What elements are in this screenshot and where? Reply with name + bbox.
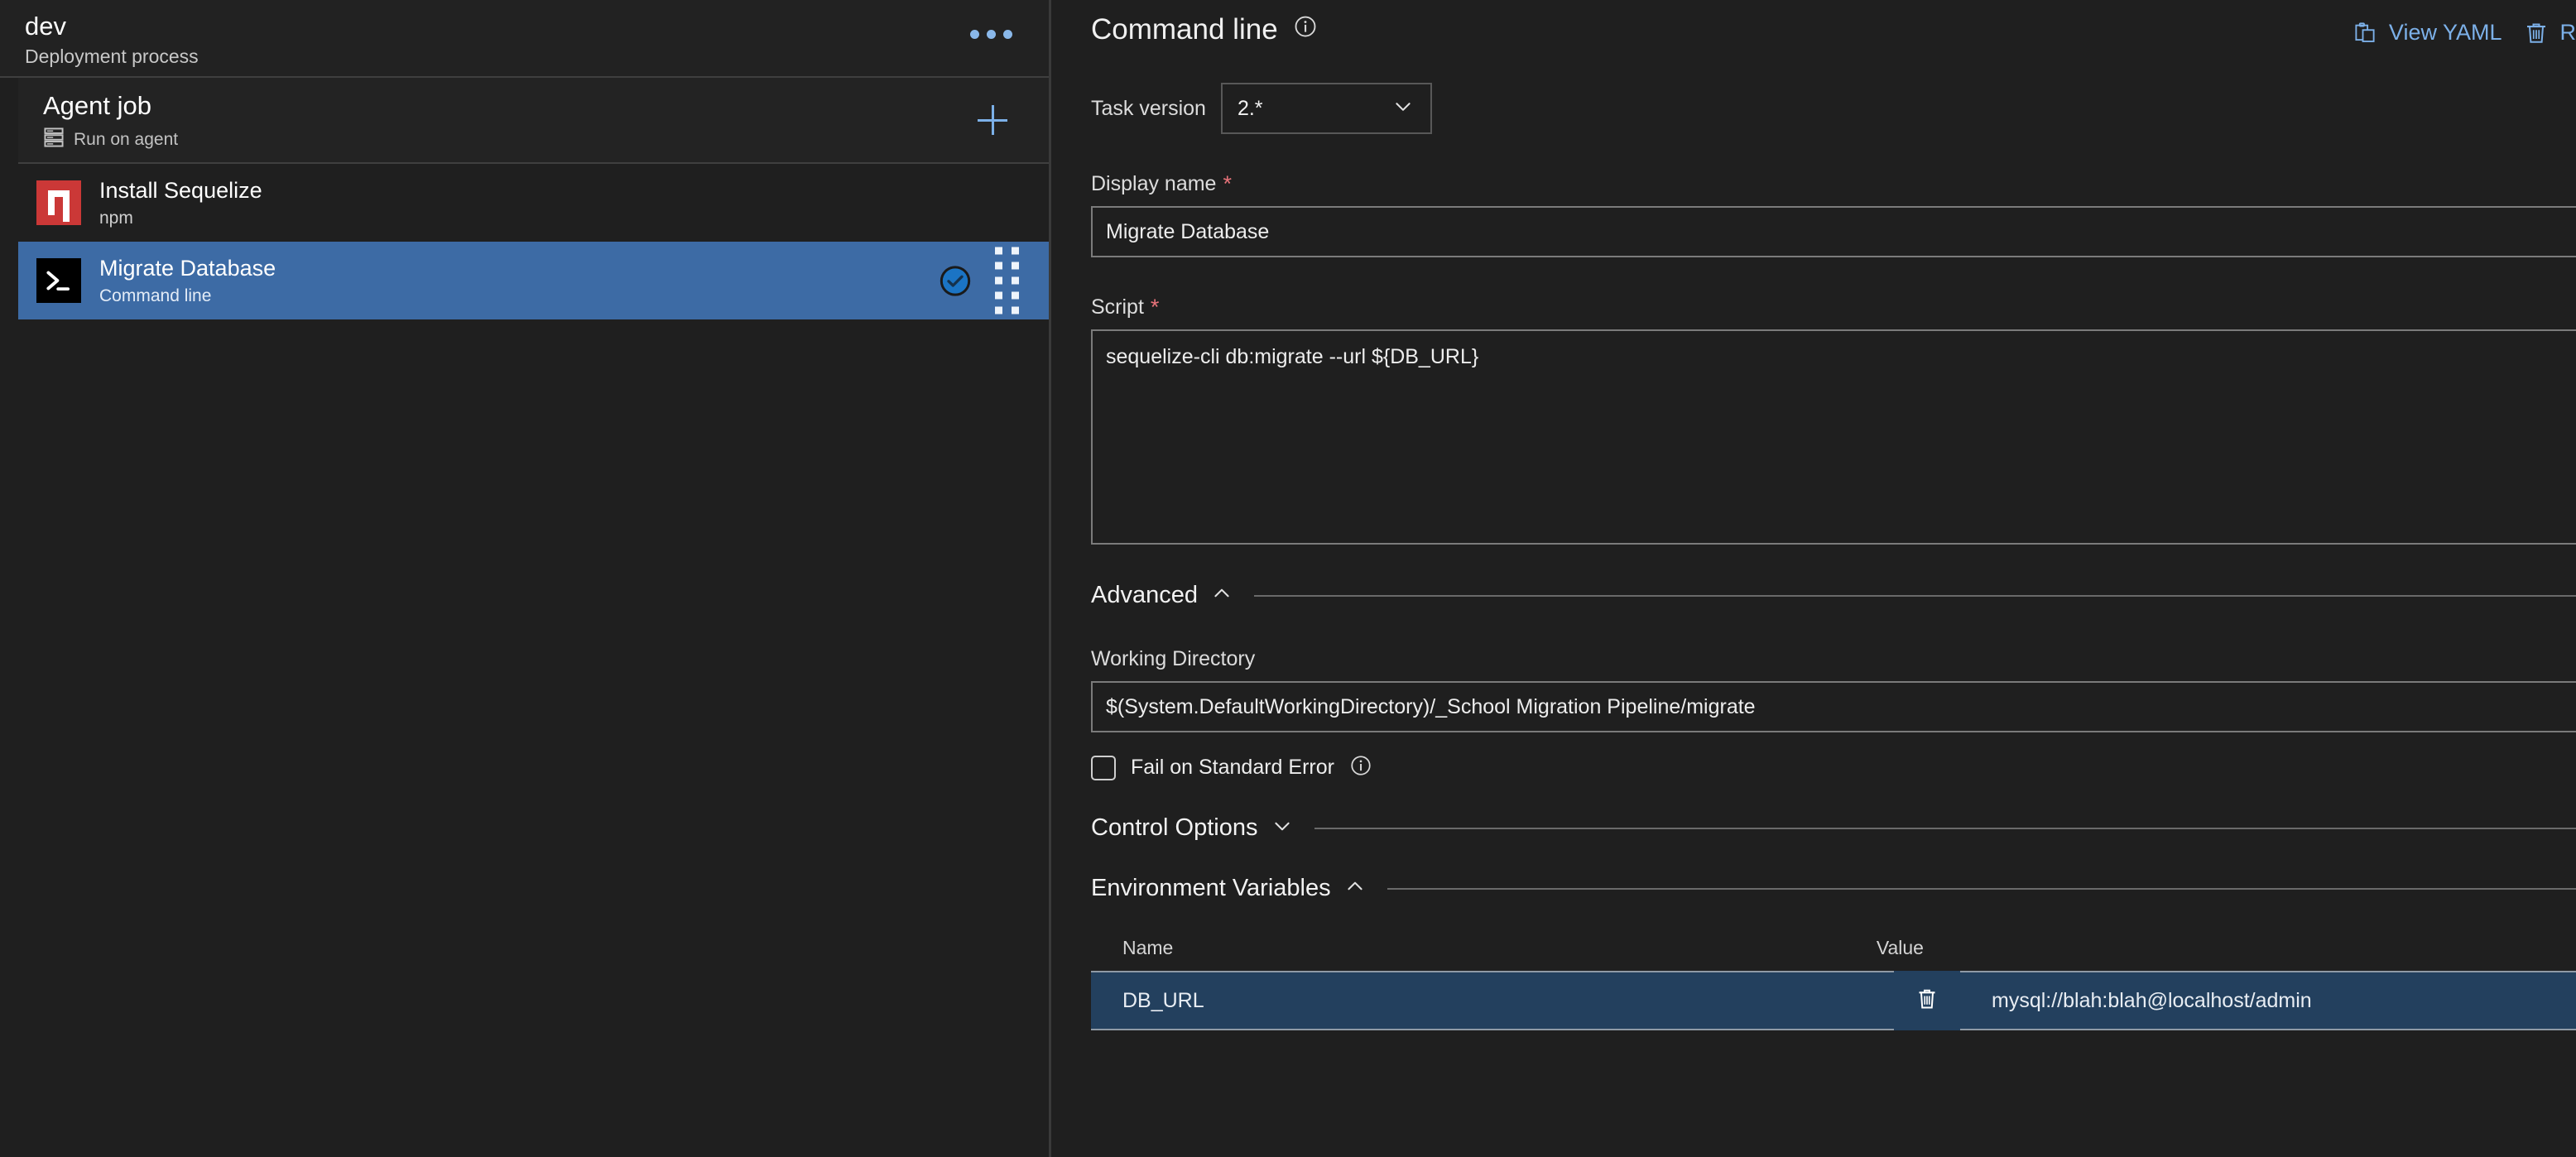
table-header-row: Name Value [1091, 937, 2576, 959]
task-enabled-check-icon[interactable] [939, 264, 972, 297]
control-options-section-header[interactable]: Control Options [1091, 814, 2576, 842]
display-name-input[interactable] [1091, 206, 2576, 257]
panel-title-row: Command line [1091, 13, 1318, 46]
script-textarea[interactable]: sequelize-cli db:migrate --url ${DB_URL} [1091, 329, 2576, 545]
process-title: dev [25, 12, 66, 41]
clipboard-icon [2353, 21, 2377, 46]
agent-job-title: Agent job [43, 91, 151, 120]
deployment-process-sidebar: dev Deployment process Agent job Run on … [0, 0, 1051, 1157]
section-divider [1314, 827, 2576, 829]
environment-variables-table: Name Value [1091, 937, 2576, 1030]
script-field: Script * sequelize-cli db:migrate --url … [1091, 295, 2576, 549]
panel-header: Command line View YAML R [1091, 0, 2576, 46]
agent-job-subtitle-row: Run on agent [43, 127, 1049, 153]
advanced-label: Advanced [1091, 582, 1198, 608]
agent-job-subtitle: Run on agent [74, 129, 179, 149]
env-name-input[interactable] [1122, 988, 1894, 1013]
process-subtitle: Deployment process [25, 45, 199, 67]
chevron-up-icon [1344, 876, 1366, 901]
required-indicator: * [1223, 171, 1232, 196]
server-icon [43, 127, 65, 153]
env-value-cell[interactable] [1960, 971, 2576, 1030]
required-indicator: * [1150, 295, 1160, 319]
add-task-button[interactable] [976, 103, 1009, 137]
control-options-label: Control Options [1091, 814, 1258, 841]
remove-task-label: R [2559, 20, 2576, 45]
drag-handle-icon[interactable] [995, 247, 1019, 314]
fail-on-stderr-checkbox[interactable] [1091, 755, 1116, 780]
task-name: Install Sequelize [99, 177, 262, 203]
chevron-up-icon [1211, 583, 1233, 608]
panel-actions: View YAML R [2353, 20, 2576, 46]
fail-on-stderr-row[interactable]: Fail on Standard Error [1091, 754, 2576, 781]
ellipsis-dot [970, 30, 979, 39]
npm-icon [36, 180, 81, 225]
task-name: Migrate Database [99, 255, 276, 281]
more-options-button[interactable] [970, 30, 1012, 39]
task-row-controls [939, 247, 1019, 314]
working-directory-field: Working Directory [1091, 647, 2576, 732]
advanced-section-body: Working Directory Fail on Standard Error [1091, 647, 2576, 781]
task-text: Migrate Database Command line [99, 255, 276, 306]
task-subtitle: npm [99, 209, 133, 228]
display-name-label-row: Display name * [1091, 172, 2576, 196]
chevron-down-icon [1392, 96, 1414, 122]
trash-icon [2524, 21, 2549, 46]
working-directory-label: Working Directory [1091, 647, 1256, 670]
environment-variables-section-header[interactable]: Environment Variables [1091, 875, 2576, 902]
ellipsis-dot [987, 30, 996, 39]
ellipsis-dot [1003, 30, 1012, 39]
section-divider [1254, 594, 2576, 597]
display-name-field: Display name * [1091, 172, 2576, 257]
script-label: Script [1091, 295, 1144, 319]
view-yaml-label: View YAML [2388, 20, 2502, 45]
working-directory-input[interactable] [1091, 681, 2576, 732]
delete-env-var-button[interactable] [1894, 971, 1960, 1030]
column-header-value: Value [1876, 937, 1924, 958]
fail-on-stderr-label: Fail on Standard Error [1131, 756, 1334, 779]
trash-icon [1915, 987, 1939, 1015]
column-header-name: Name [1122, 937, 1174, 958]
env-value-input[interactable] [1992, 988, 2576, 1013]
pipeline-task-editor: dev Deployment process Agent job Run on … [0, 0, 2576, 1157]
info-icon[interactable] [1293, 13, 1318, 46]
task-version-value: 2.* [1237, 96, 1263, 120]
sidebar-task-install-sequelize[interactable]: Install Sequelize npm [18, 164, 1049, 242]
view-yaml-button[interactable]: View YAML [2353, 20, 2502, 46]
info-icon[interactable] [1349, 754, 1372, 781]
sidebar-task-migrate-database[interactable]: Migrate Database Command line [18, 242, 1049, 319]
env-name-cell[interactable] [1091, 971, 1894, 1030]
task-details-panel: Command line View YAML R Task version 2.… [1051, 0, 2576, 1157]
section-divider [1387, 887, 2576, 890]
sidebar-header: dev Deployment process [0, 0, 1049, 78]
environment-variables-label: Environment Variables [1091, 875, 1331, 901]
display-name-label: Display name [1091, 172, 1217, 195]
script-label-row: Script * [1091, 295, 2576, 319]
table-row[interactable] [1091, 971, 2576, 1030]
task-subtitle: Command line [99, 286, 212, 306]
task-version-label: Task version [1091, 96, 1206, 120]
command-line-icon [36, 258, 81, 303]
task-text: Install Sequelize npm [99, 177, 262, 228]
task-version-row: Task version 2.* [1091, 83, 2576, 134]
agent-job-item[interactable]: Agent job Run on agent [18, 78, 1049, 164]
chevron-down-icon [1271, 815, 1293, 841]
advanced-section-header[interactable]: Advanced [1091, 582, 2576, 609]
page-title: Command line [1091, 13, 1278, 46]
remove-task-button[interactable]: R [2524, 20, 2576, 46]
task-version-select[interactable]: 2.* [1220, 83, 1432, 134]
